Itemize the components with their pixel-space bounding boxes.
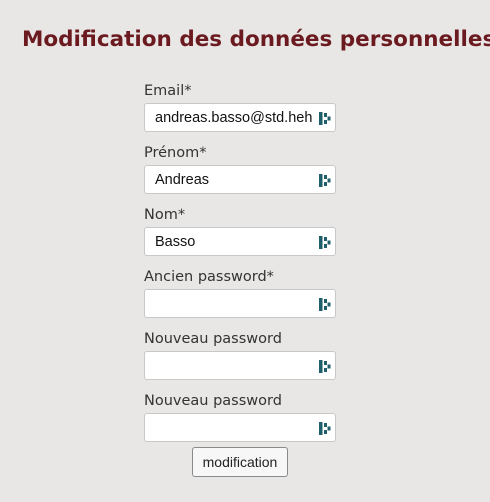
email-field-wrapper xyxy=(144,103,336,132)
password-manager-icon[interactable] xyxy=(319,174,331,187)
lastname-label: Nom* xyxy=(144,207,186,223)
page-title: Modification des données personnelles xyxy=(22,27,490,52)
password-manager-icon[interactable] xyxy=(319,422,331,435)
confirm-password-field-wrapper xyxy=(144,413,336,442)
confirm-password-input[interactable] xyxy=(144,413,336,442)
email-label: Email* xyxy=(144,83,192,99)
personal-data-form: Email* Prénom* Nom* Ancien password* xyxy=(144,80,336,452)
lastname-field-wrapper xyxy=(144,227,336,256)
new-password-input[interactable] xyxy=(144,351,336,380)
lastname-input[interactable] xyxy=(144,227,336,256)
new-password-field-wrapper xyxy=(144,351,336,380)
old-password-field-wrapper xyxy=(144,289,336,318)
confirm-password-label: Nouveau password xyxy=(144,393,282,409)
password-manager-icon[interactable] xyxy=(319,236,331,249)
firstname-field-wrapper xyxy=(144,165,336,194)
firstname-input[interactable] xyxy=(144,165,336,194)
password-manager-icon[interactable] xyxy=(319,112,331,125)
email-input[interactable] xyxy=(144,103,336,132)
new-password-label: Nouveau password xyxy=(144,331,282,347)
firstname-label: Prénom* xyxy=(144,145,207,161)
old-password-input[interactable] xyxy=(144,289,336,318)
password-manager-icon[interactable] xyxy=(319,298,331,311)
modification-button[interactable]: modification xyxy=(192,447,288,477)
old-password-label: Ancien password* xyxy=(144,269,274,285)
password-manager-icon[interactable] xyxy=(319,360,331,373)
